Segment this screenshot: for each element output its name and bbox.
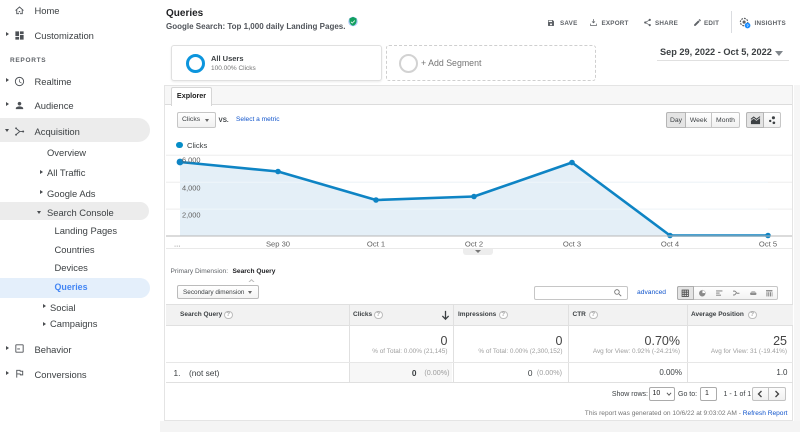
svg-text:6,000: 6,000 xyxy=(182,156,201,165)
svg-text:2,000: 2,000 xyxy=(182,211,201,220)
svg-text:4,000: 4,000 xyxy=(182,184,201,193)
